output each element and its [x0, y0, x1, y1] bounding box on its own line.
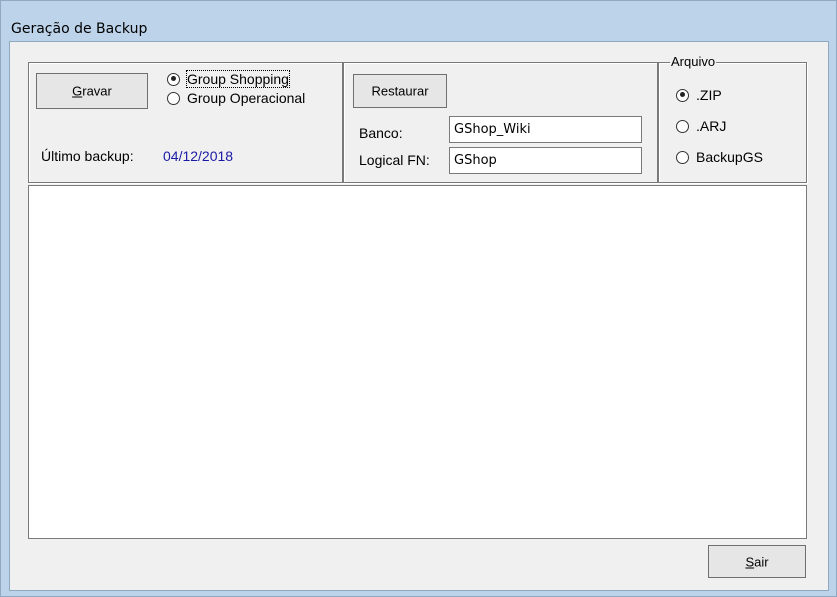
log-area[interactable] — [28, 185, 807, 539]
save-accelerator: G — [72, 83, 83, 99]
radio-unchecked-icon — [676, 119, 689, 133]
logical-fn-label: Logical FN: — [359, 152, 430, 168]
backup-window: Geração de Backup Gravar Group Shopping … — [0, 0, 837, 597]
radio-unchecked-icon — [676, 150, 689, 164]
last-backup-value: 04/12/2018 — [163, 148, 234, 164]
radio-checked-icon — [167, 72, 180, 86]
banco-field[interactable] — [449, 116, 642, 143]
restore-label: Restaurar — [371, 83, 429, 99]
radio-zip[interactable]: .ZIP — [676, 87, 722, 103]
radio-arj[interactable]: .ARJ — [676, 118, 726, 134]
banco-label: Banco: — [359, 125, 403, 141]
restore-button[interactable]: Restaurar — [353, 74, 447, 108]
archive-type-group: Arquivo .ZIP .ARJ BackupGS — [658, 54, 807, 183]
exit-button[interactable]: Sair — [708, 545, 806, 578]
radio-label: .ARJ — [696, 118, 727, 134]
logical-fn-field[interactable] — [449, 147, 642, 174]
radio-checked-icon — [676, 88, 689, 102]
exit-label: air — [754, 554, 769, 569]
backup-group: Gravar Group Shopping Group Operacional … — [28, 62, 343, 183]
radio-group-shopping[interactable]: Group Shopping — [167, 70, 290, 88]
restore-group: Restaurar Banco: Logical FN: — [343, 62, 658, 183]
archive-legend: Arquivo — [670, 54, 717, 69]
save-label: ravar — [82, 83, 112, 99]
radio-group-operacional[interactable]: Group Operacional — [167, 90, 305, 106]
radio-label: BackupGS — [696, 149, 763, 165]
window-client-area: Gravar Group Shopping Group Operacional … — [9, 41, 829, 591]
radio-label: Group Shopping — [186, 70, 290, 88]
radio-label: Group Operacional — [187, 90, 306, 106]
save-backup-button[interactable]: Gravar — [36, 73, 148, 109]
title-bar[interactable]: Geração de Backup — [1, 1, 836, 41]
exit-accelerator: S — [745, 554, 755, 569]
window-title: Geração de Backup — [11, 21, 148, 37]
radio-backupgs[interactable]: BackupGS — [676, 149, 763, 165]
last-backup-label: Último backup: — [41, 148, 134, 164]
radio-unchecked-icon — [167, 91, 180, 105]
radio-label: .ZIP — [696, 87, 722, 103]
